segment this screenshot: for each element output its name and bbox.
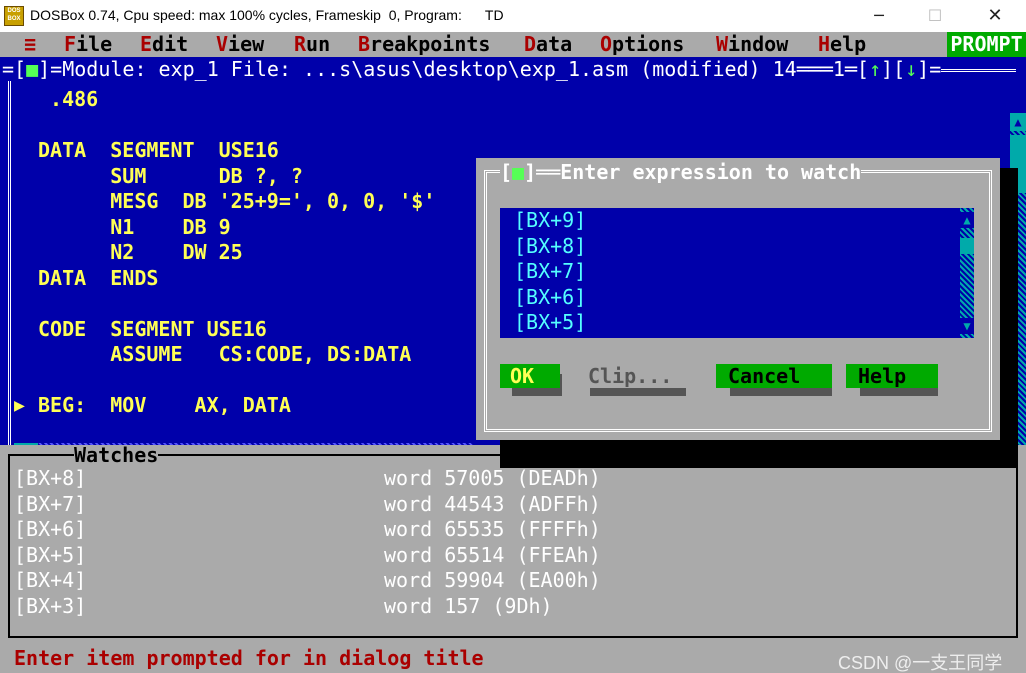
zoom-down-arrow-icon[interactable]: ↓ xyxy=(905,57,917,81)
title-bracket-mid: ][ xyxy=(881,57,906,81)
code-line: N1 DB 9 xyxy=(38,214,231,239)
dialog-shadow xyxy=(1000,168,1018,440)
ok-button[interactable]: OK xyxy=(500,364,560,388)
clip-button[interactable]: Clip... xyxy=(588,364,688,388)
menu-file[interactable]: File xyxy=(64,32,112,57)
scroll-up-arrow-icon[interactable]: ▲ xyxy=(1010,113,1026,131)
minimize-button[interactable]: ─ xyxy=(856,0,902,32)
menu-edit[interactable]: Edit xyxy=(140,32,188,57)
menu-label: ata xyxy=(536,32,573,56)
menu-label: un xyxy=(306,32,331,56)
module-title-text: ]=Module: exp_1 File: ...s\asus\desktop\… xyxy=(38,57,869,81)
title-bracket-end: ]= xyxy=(917,57,942,81)
watches-window[interactable]: Watches 2 [BX+8] word 57005 (DEADh) [BX+… xyxy=(0,445,1026,641)
execution-pointer-icon: ▶ xyxy=(14,395,25,416)
menu-breakpoints[interactable]: Breakpoints xyxy=(358,32,490,57)
help-button[interactable]: Help xyxy=(846,364,938,388)
close-box-icon[interactable]: ■ xyxy=(26,57,38,81)
menu-hotkey: H xyxy=(818,32,831,56)
watch-value: word 65535 (FFFFh) xyxy=(384,517,601,541)
history-item[interactable]: [BX+7] xyxy=(514,259,586,285)
dialog-title-bar: [■]══Enter expression to watch xyxy=(500,160,862,184)
menu-hotkey: F xyxy=(64,32,77,56)
menu-bar: ≡ File Edit View Run Breakpoints Data Op… xyxy=(0,32,1026,57)
code-line: DATA ENDS xyxy=(38,265,159,290)
menu-label: ile xyxy=(76,32,113,56)
cancel-button[interactable]: Cancel xyxy=(716,364,832,388)
history-item[interactable]: [BX+6] xyxy=(514,285,586,311)
watch-expression[interactable]: [BX+8] xyxy=(14,466,86,492)
watermark: CSDN @一支王同学 xyxy=(838,653,1003,673)
code-line: MESG DB '25+9=', 0, 0, '$' xyxy=(38,189,436,213)
watch-expression[interactable]: [BX+7] xyxy=(14,492,86,518)
status-line: Enter item prompted for in dialog title … xyxy=(0,642,1026,673)
menu-options[interactable]: Options xyxy=(600,32,684,57)
title-bracket: =[ xyxy=(2,57,27,81)
menu-hotkey: B xyxy=(358,32,371,56)
module-title-bar: =[■]=Module: exp_1 File: ...s\asus\deskt… xyxy=(2,57,942,81)
enter-watch-dialog: [■]══Enter expression to watch [BX+9] [B… xyxy=(476,158,1000,440)
title-bracket: [ xyxy=(500,160,513,184)
close-box-icon[interactable]: ■ xyxy=(512,160,524,184)
menu-help[interactable]: Help xyxy=(818,32,866,57)
menu-hotkey: D xyxy=(524,32,537,56)
menu-label: dit xyxy=(152,32,189,56)
status-hint: Enter item prompted for in dialog title xyxy=(14,646,484,670)
code-line: N2 DW 25 xyxy=(38,240,243,264)
history-scroll-thumb[interactable] xyxy=(960,238,974,254)
menu-hotkey: W xyxy=(716,32,729,56)
menu-hotkey: V xyxy=(216,32,229,56)
prompt-indicator: PROMPT xyxy=(947,32,1026,57)
watch-value: word 65514 (FFEAh) xyxy=(384,542,601,567)
watch-expression[interactable]: [BX+6] xyxy=(14,517,86,543)
maximize-button[interactable]: ☐ xyxy=(912,0,958,32)
watch-value: word 57005 (DEADh) xyxy=(384,466,601,490)
menu-hotkey: R xyxy=(294,32,307,56)
dialog-title: ]══Enter expression to watch xyxy=(524,160,862,184)
menu-data[interactable]: Data xyxy=(524,32,572,57)
watch-value: word 59904 (EA00h) xyxy=(384,568,601,592)
menu-window[interactable]: Window xyxy=(716,32,788,57)
menu-label: elp xyxy=(830,32,867,56)
menu-hotkey: E xyxy=(140,32,153,56)
watch-expression[interactable]: [BX+4] xyxy=(14,568,86,594)
close-button[interactable]: ✕ xyxy=(972,0,1018,32)
code-line: DATA SEGMENT USE16 xyxy=(38,138,279,162)
menu-label: indow xyxy=(728,32,789,56)
watch-value: word 157 (9Dh) xyxy=(384,593,553,618)
menu-label: reakpoints xyxy=(370,32,491,56)
code-line: CODE SEGMENT USE16 xyxy=(38,316,267,341)
watch-value: word 44543 (ADFFh) xyxy=(384,491,601,516)
code-line-current: BEG: MOV AX, DATA xyxy=(38,393,291,417)
zoom-up-arrow-icon[interactable]: ↑ xyxy=(869,57,881,81)
window-titlebar: DOS BOX DOSBox 0.74, Cpu speed: max 100%… xyxy=(0,0,1026,32)
expression-history-list[interactable]: [BX+9] [BX+8] [BX+7] [BX+6] [BX+5] xyxy=(500,208,974,338)
history-item[interactable]: [BX+8] xyxy=(514,234,586,260)
menu-label: ptions xyxy=(612,32,685,56)
menu-run[interactable]: Run xyxy=(294,32,330,57)
history-item[interactable]: [BX+5] xyxy=(514,310,586,336)
dialog-shadow xyxy=(500,440,1018,468)
menu-label: iew xyxy=(228,32,265,56)
window-title: DOSBox 0.74, Cpu speed: max 100% cycles,… xyxy=(30,7,504,23)
menu-hotkey: O xyxy=(600,32,613,56)
system-menu-icon[interactable]: ≡ xyxy=(24,32,36,57)
dos-screen: ≡ File Edit View Run Breakpoints Data Op… xyxy=(0,32,1026,673)
watches-title: Watches xyxy=(74,443,159,467)
scroll-up-arrow-icon[interactable]: ▲ xyxy=(960,212,974,228)
watch-expression[interactable]: [BX+5] xyxy=(14,543,86,569)
code-line: SUM DB ?, ? xyxy=(38,163,303,188)
dosbox-app-icon: DOS BOX xyxy=(4,6,24,26)
history-item[interactable]: [BX+9] xyxy=(514,208,586,234)
code-line: ASSUME CS:CODE, DS:DATA xyxy=(38,342,412,366)
scroll-down-arrow-icon[interactable]: ▼ xyxy=(960,318,974,334)
watch-expression[interactable]: [BX+3] xyxy=(14,594,86,620)
code-line: .486 xyxy=(38,87,99,111)
menu-view[interactable]: View xyxy=(216,32,264,57)
